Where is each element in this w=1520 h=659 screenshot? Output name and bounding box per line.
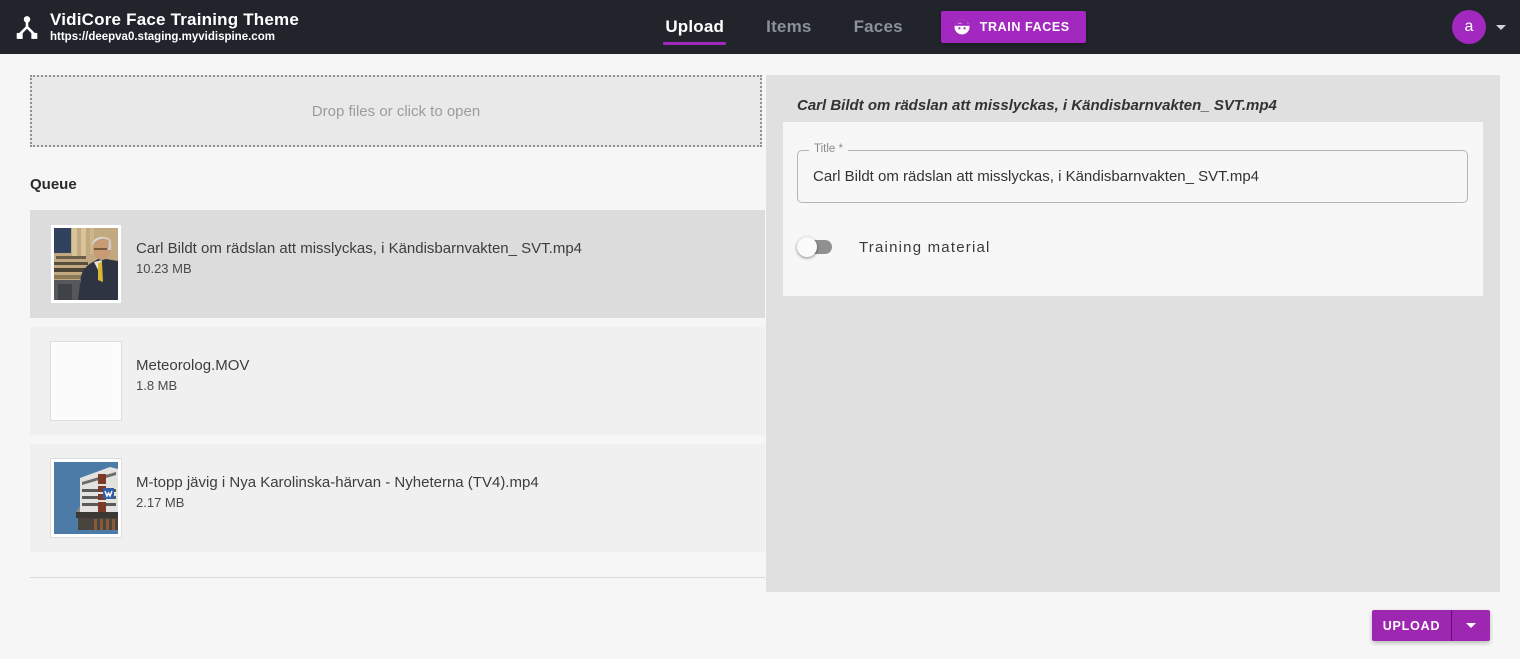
- queue-item[interactable]: M-topp jävig i Nya Karolinska-härvan - N…: [30, 444, 765, 552]
- chevron-down-icon: [1466, 623, 1476, 628]
- queue-item-thumbnail: [50, 458, 122, 538]
- tab-faces[interactable]: Faces: [854, 3, 903, 51]
- upload-button[interactable]: UPLOAD: [1372, 610, 1452, 641]
- details-panel: Carl Bildt om rädslan att misslyckas, i …: [766, 75, 1500, 592]
- queue-item-name: Carl Bildt om rädslan att misslyckas, i …: [136, 240, 582, 257]
- training-material-toggle[interactable]: [797, 237, 835, 257]
- queue-item[interactable]: Carl Bildt om rädslan att misslyckas, i …: [30, 210, 765, 318]
- training-material-label: Training material: [859, 239, 991, 256]
- details-heading: Carl Bildt om rädslan att misslyckas, i …: [797, 97, 1277, 114]
- brand: VidiCore Face Training Theme https://dee…: [0, 10, 299, 45]
- network-hub-logo-icon: [14, 14, 40, 40]
- user-menu-caret-icon[interactable]: [1496, 25, 1506, 30]
- queue-item[interactable]: Meteorolog.MOV 1.8 MB: [30, 327, 765, 435]
- queue-item-thumbnail: [50, 341, 122, 421]
- upload-split-button: UPLOAD: [1372, 610, 1490, 641]
- app-header: VidiCore Face Training Theme https://dee…: [0, 0, 1520, 54]
- face-icon: [953, 18, 971, 36]
- user-menu: a: [1452, 10, 1520, 44]
- title-field-label: Title *: [809, 143, 848, 156]
- queue-item-thumbnail: [50, 224, 122, 304]
- queue-list: Carl Bildt om rädslan att misslyckas, i …: [30, 210, 765, 561]
- main-nav: Upload Items Faces: [665, 3, 902, 51]
- queue-item-size: 10.23 MB: [136, 261, 582, 276]
- training-material-row: Training material: [797, 237, 991, 257]
- title-field-wrap: Title *: [797, 150, 1468, 203]
- upload-options-button[interactable]: [1452, 610, 1490, 641]
- queue-item-size: 1.8 MB: [136, 378, 249, 393]
- queue-item-name: Meteorolog.MOV: [136, 357, 249, 374]
- train-faces-label: TRAIN FACES: [980, 20, 1070, 34]
- file-dropzone[interactable]: Drop files or click to open: [30, 75, 762, 147]
- tab-upload[interactable]: Upload: [665, 3, 724, 51]
- toggle-thumb: [797, 237, 817, 257]
- queue-divider: [30, 577, 765, 578]
- title-input[interactable]: [797, 150, 1468, 203]
- app-url: https://deepva0.staging.myvidispine.com: [50, 31, 299, 44]
- queue-title: Queue: [30, 176, 77, 193]
- queue-item-name: M-topp jävig i Nya Karolinska-härvan - N…: [136, 474, 539, 491]
- tab-items[interactable]: Items: [766, 3, 811, 51]
- details-card: Title * Training material: [783, 122, 1483, 296]
- dropzone-label: Drop files or click to open: [312, 103, 480, 120]
- queue-item-size: 2.17 MB: [136, 495, 539, 510]
- app-title: VidiCore Face Training Theme: [50, 10, 299, 30]
- avatar[interactable]: a: [1452, 10, 1486, 44]
- train-faces-button[interactable]: TRAIN FACES: [941, 11, 1086, 43]
